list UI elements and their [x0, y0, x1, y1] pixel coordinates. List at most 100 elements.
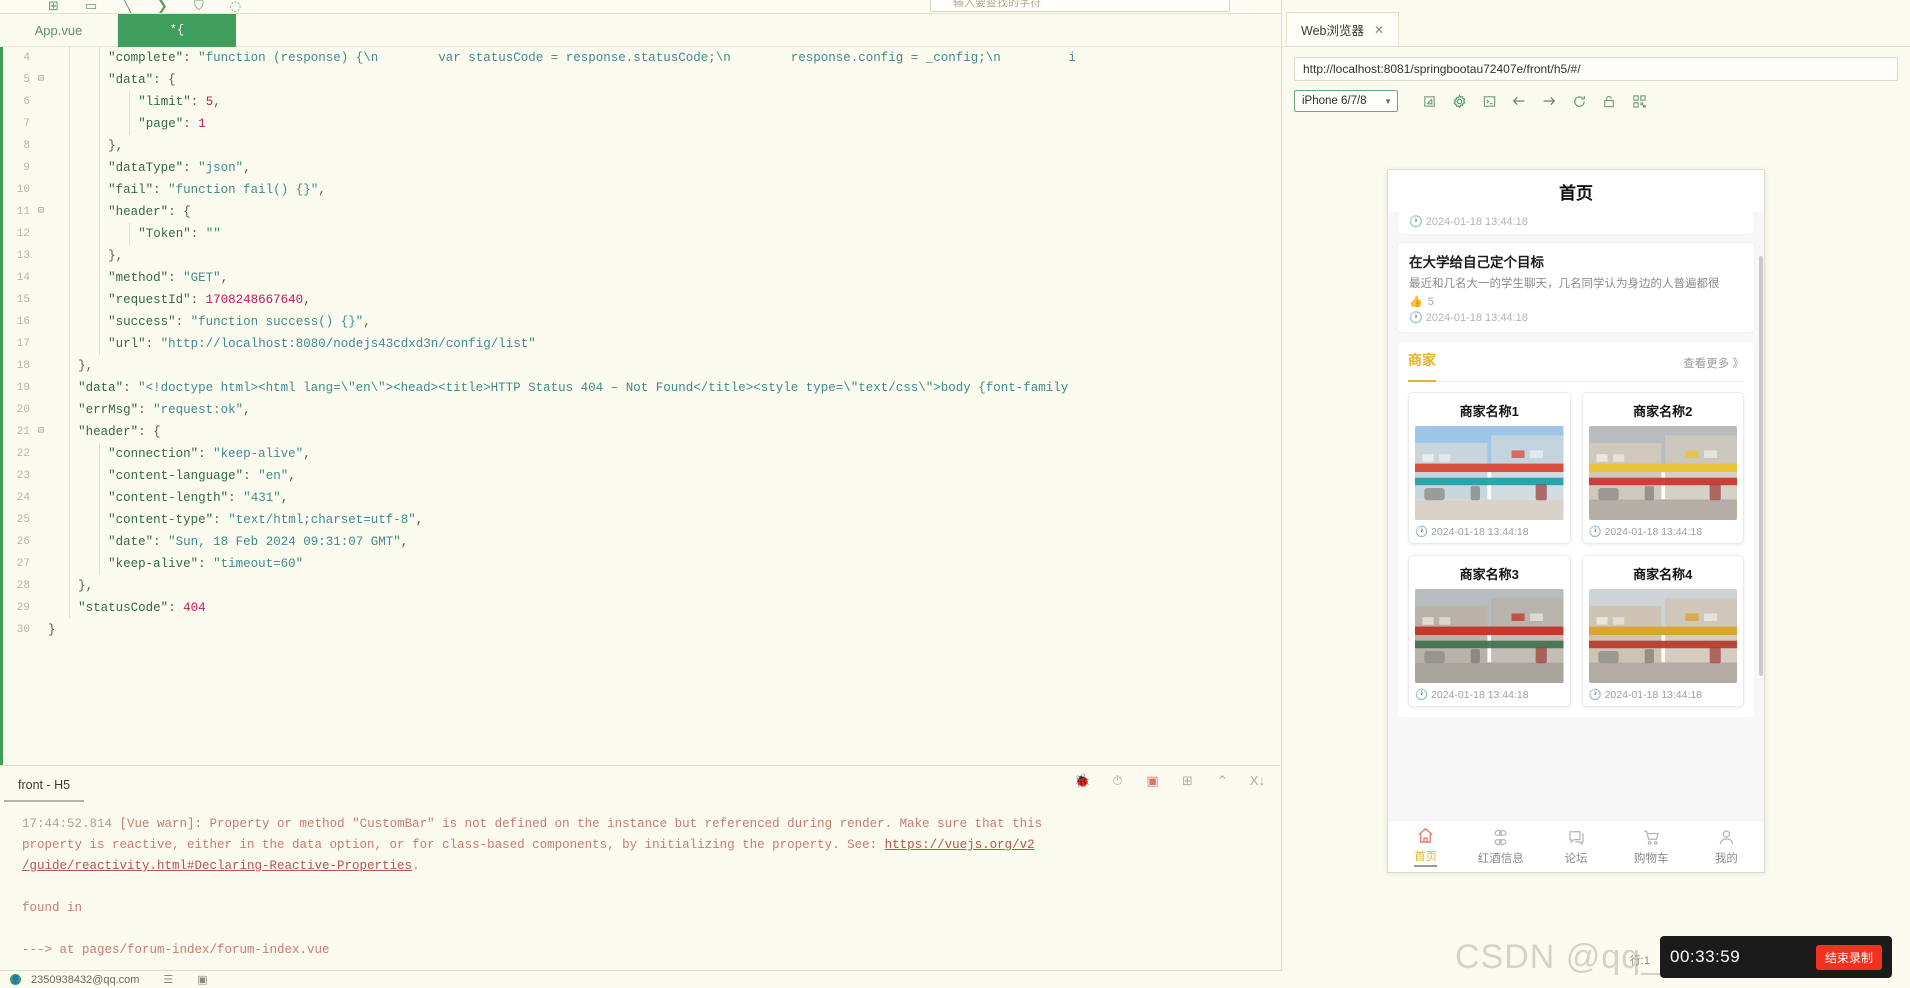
chevron-down-icon: ▼	[1384, 97, 1392, 106]
line-number: 20	[0, 399, 34, 421]
code-line: 18 },	[0, 355, 1280, 377]
run-icon[interactable]: ❯	[157, 0, 168, 13]
editor-tab-json-active[interactable]: *{	[118, 14, 236, 47]
code-editor[interactable]: 4 "complete": "function (response) {\n v…	[0, 47, 1280, 765]
vuejs-doc-link-1[interactable]: https://vuejs.org/v2	[885, 838, 1035, 852]
line-number: 16	[0, 311, 34, 333]
indent-guide	[69, 531, 70, 553]
clear-sort-icon[interactable]: X↓	[1249, 772, 1266, 789]
editor-tab-app-vue[interactable]: App.vue	[0, 14, 118, 47]
code-line: 22 "connection": "keep-alive",	[0, 443, 1280, 465]
console-icon[interactable]	[1474, 90, 1504, 112]
merchant-card[interactable]: 商家名称4🕐2024-01-18 13:44:18	[1582, 555, 1745, 707]
view-more-link[interactable]: 查看更多 》	[1683, 355, 1744, 371]
code-text: "Token": ""	[48, 223, 221, 245]
fold-toggle-icon[interactable]: ⊟	[34, 201, 48, 223]
merchant-photo	[1589, 426, 1738, 520]
merchant-name: 商家名称1	[1415, 401, 1564, 420]
status-account-email[interactable]: 2350938432@qq.com	[31, 974, 139, 986]
merchant-time: 2024-01-18 13:44:18	[1605, 689, 1703, 701]
play-icon[interactable]: ⏱	[1109, 772, 1126, 789]
indent-guide	[69, 267, 70, 289]
tabbar-item-home[interactable]: 首页	[1388, 826, 1463, 867]
code-text: "header": {	[48, 421, 161, 443]
pen-icon[interactable]: ╲	[123, 0, 131, 13]
console-spacer	[22, 877, 1280, 898]
line-number: 25	[0, 509, 34, 531]
page-scroll-area[interactable]: 🕐 2024-01-18 13:44:18 在大学给自己定个目标 最近和几名大一…	[1388, 212, 1764, 820]
merchant-photo	[1415, 426, 1564, 520]
post-card-partial[interactable]: 🕐 2024-01-18 13:44:18	[1398, 212, 1754, 234]
qrcode-icon[interactable]	[1624, 90, 1654, 112]
chat-icon	[1567, 828, 1586, 847]
code-text: "errMsg": "request:ok",	[48, 399, 251, 421]
fold-toggle-icon[interactable]: ⊟	[34, 69, 48, 91]
toolbar-search-input[interactable]: 输入要查找的字符	[930, 0, 1230, 12]
code-text: "statusCode": 404	[48, 597, 206, 619]
chevron-up-icon[interactable]: ⌃	[1214, 772, 1231, 789]
device-select[interactable]: iPhone 6/7/8 ▼	[1294, 90, 1398, 112]
reload-icon[interactable]	[1564, 90, 1594, 112]
list-icon[interactable]: ☰	[163, 973, 173, 986]
code-line: 6 "limit": 5,	[0, 91, 1280, 113]
popout-icon[interactable]	[1414, 90, 1444, 112]
clock-icon: 🕐	[1589, 525, 1602, 538]
tabbar-item-user[interactable]: 我的	[1689, 828, 1764, 866]
stop-recording-button[interactable]: 结束录制	[1816, 945, 1882, 970]
editor-tab-label: *{	[170, 23, 184, 37]
stop-icon[interactable]: ▣	[1144, 772, 1161, 789]
post-time: 2024-01-18 13:44:18	[1426, 312, 1528, 324]
code-text: "content-type": "text/html;charset=utf-8…	[48, 509, 423, 531]
terminal-icon[interactable]: ▣	[197, 973, 207, 986]
merchant-name: 商家名称2	[1589, 401, 1738, 420]
clock-icon: 🕐	[1409, 311, 1423, 324]
code-text: },	[48, 575, 93, 597]
tabbar-item-grid[interactable]: 红酒信息	[1463, 828, 1538, 866]
console-warn-text-1: [Vue warn]: Property or method "CustomBa…	[120, 817, 1043, 831]
line-number: 7	[0, 113, 34, 135]
post-time: 2024-01-18 13:44:18	[1426, 216, 1528, 228]
merchant-card[interactable]: 商家名称2🕐2024-01-18 13:44:18	[1582, 392, 1745, 544]
code-line: 27 "keep-alive": "timeout=60"	[0, 553, 1280, 575]
forward-arrow-icon[interactable]	[1534, 90, 1564, 112]
post-card[interactable]: 在大学给自己定个目标 最近和几名大一的学生聊天，几名同学认为身边的人普遍都很 👍…	[1398, 243, 1754, 332]
console-header: front - H5 🐞 ⏱ ▣ ⊞ ⌃ X↓	[0, 766, 1280, 802]
folder-icon[interactable]: ▭	[85, 0, 97, 13]
merchant-section-header: 商家 查看更多 》	[1408, 350, 1744, 382]
browser-tab-web[interactable]: Web浏览器 ✕	[1286, 12, 1399, 46]
bookmark-icon[interactable]: ⛉	[194, 0, 204, 13]
indent-guide	[99, 113, 100, 135]
gear-icon[interactable]	[1444, 90, 1474, 112]
address-bar[interactable]: http://localhost:8081/springbootau72407e…	[1294, 57, 1898, 81]
tabbar-item-label: 购物车	[1634, 850, 1669, 866]
code-line: 17 "url": "http://localhost:8080/nodejs4…	[0, 333, 1280, 355]
indent-guide	[69, 377, 70, 399]
code-text: "method": "GET",	[48, 267, 228, 289]
tabbar-item-chat[interactable]: 论坛	[1538, 828, 1613, 866]
merchant-card[interactable]: 商家名称1🕐2024-01-18 13:44:18	[1408, 392, 1571, 544]
fold-toggle-icon[interactable]: ⊟	[34, 421, 48, 443]
unlock-icon[interactable]	[1594, 90, 1624, 112]
new-file-icon[interactable]: ⊞	[48, 0, 59, 13]
vuejs-doc-link-2[interactable]: /guide/reactivity.html#Declaring-Reactiv…	[22, 859, 412, 873]
merchant-card[interactable]: 商家名称3🕐2024-01-18 13:44:18	[1408, 555, 1571, 707]
indent-guide	[69, 421, 70, 443]
app-window: ⊞ ▭ ╲ ❯ ⛉ ◌ 输入要查找的字符 ◉ ⚙ 预览 App.vue *{ 4…	[0, 0, 1910, 988]
refresh-icon[interactable]: ◌	[230, 0, 241, 13]
console-tab-front-h5[interactable]: front - H5	[4, 778, 84, 802]
indent-guide	[69, 135, 70, 157]
bug-icon[interactable]: 🐞	[1074, 772, 1091, 789]
tabbar-item-cart[interactable]: 购物车	[1614, 828, 1689, 866]
back-arrow-icon[interactable]	[1504, 90, 1534, 112]
scrollbar[interactable]	[1759, 256, 1763, 676]
editor-tabstrip: App.vue *{	[0, 14, 1280, 47]
indent-guide	[69, 69, 70, 91]
code-text: "url": "http://localhost:8080/nodejs43cd…	[48, 333, 536, 355]
code-text: "data": "<!doctype html><html lang=\"en\…	[48, 377, 1068, 399]
terminal-add-icon[interactable]: ⊞	[1179, 772, 1196, 789]
post-time-row: 🕐 2024-01-18 13:44:18	[1409, 215, 1743, 228]
tabbar-item-label: 我的	[1715, 850, 1738, 866]
close-icon[interactable]: ✕	[1374, 23, 1384, 37]
code-text: "date": "Sun, 18 Feb 2024 09:31:07 GMT",	[48, 531, 408, 553]
indent-guide	[69, 113, 70, 135]
